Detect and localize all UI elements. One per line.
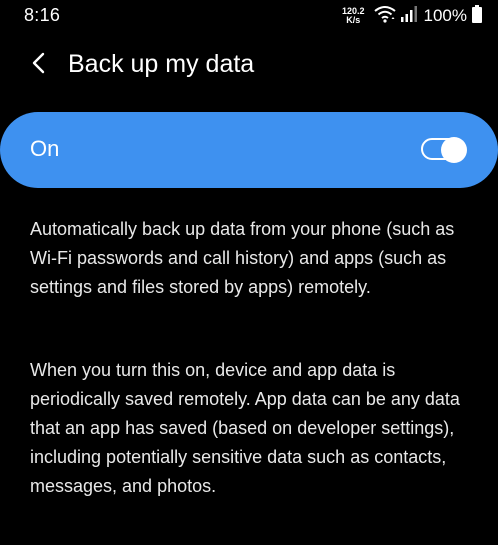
description-paragraph-2: When you turn this on, device and app da…	[30, 360, 460, 496]
status-time: 8:16	[24, 5, 61, 25]
toggle-label: On	[30, 136, 60, 161]
signal-icon	[400, 5, 417, 27]
status-bar: 8:16 120.2 K/s 100%	[0, 0, 498, 32]
network-speed-unit: K/s	[346, 15, 361, 25]
description-paragraph-1: Automatically back up data from your pho…	[30, 219, 455, 297]
chevron-left-icon	[31, 52, 47, 79]
battery-icon	[472, 4, 482, 28]
network-speed: 120.2 K/s	[342, 7, 365, 25]
battery-percent: 100%	[423, 6, 467, 25]
back-button[interactable]	[22, 48, 56, 82]
backup-switch[interactable]	[421, 137, 467, 163]
app-header: Back up my data	[0, 40, 498, 90]
page-title: Back up my data	[68, 50, 255, 78]
switch-knob	[441, 137, 467, 163]
wifi-icon	[373, 5, 396, 28]
status-icons: 120.2 K/s 100%	[342, 4, 482, 28]
master-toggle-row[interactable]: On	[0, 112, 498, 188]
